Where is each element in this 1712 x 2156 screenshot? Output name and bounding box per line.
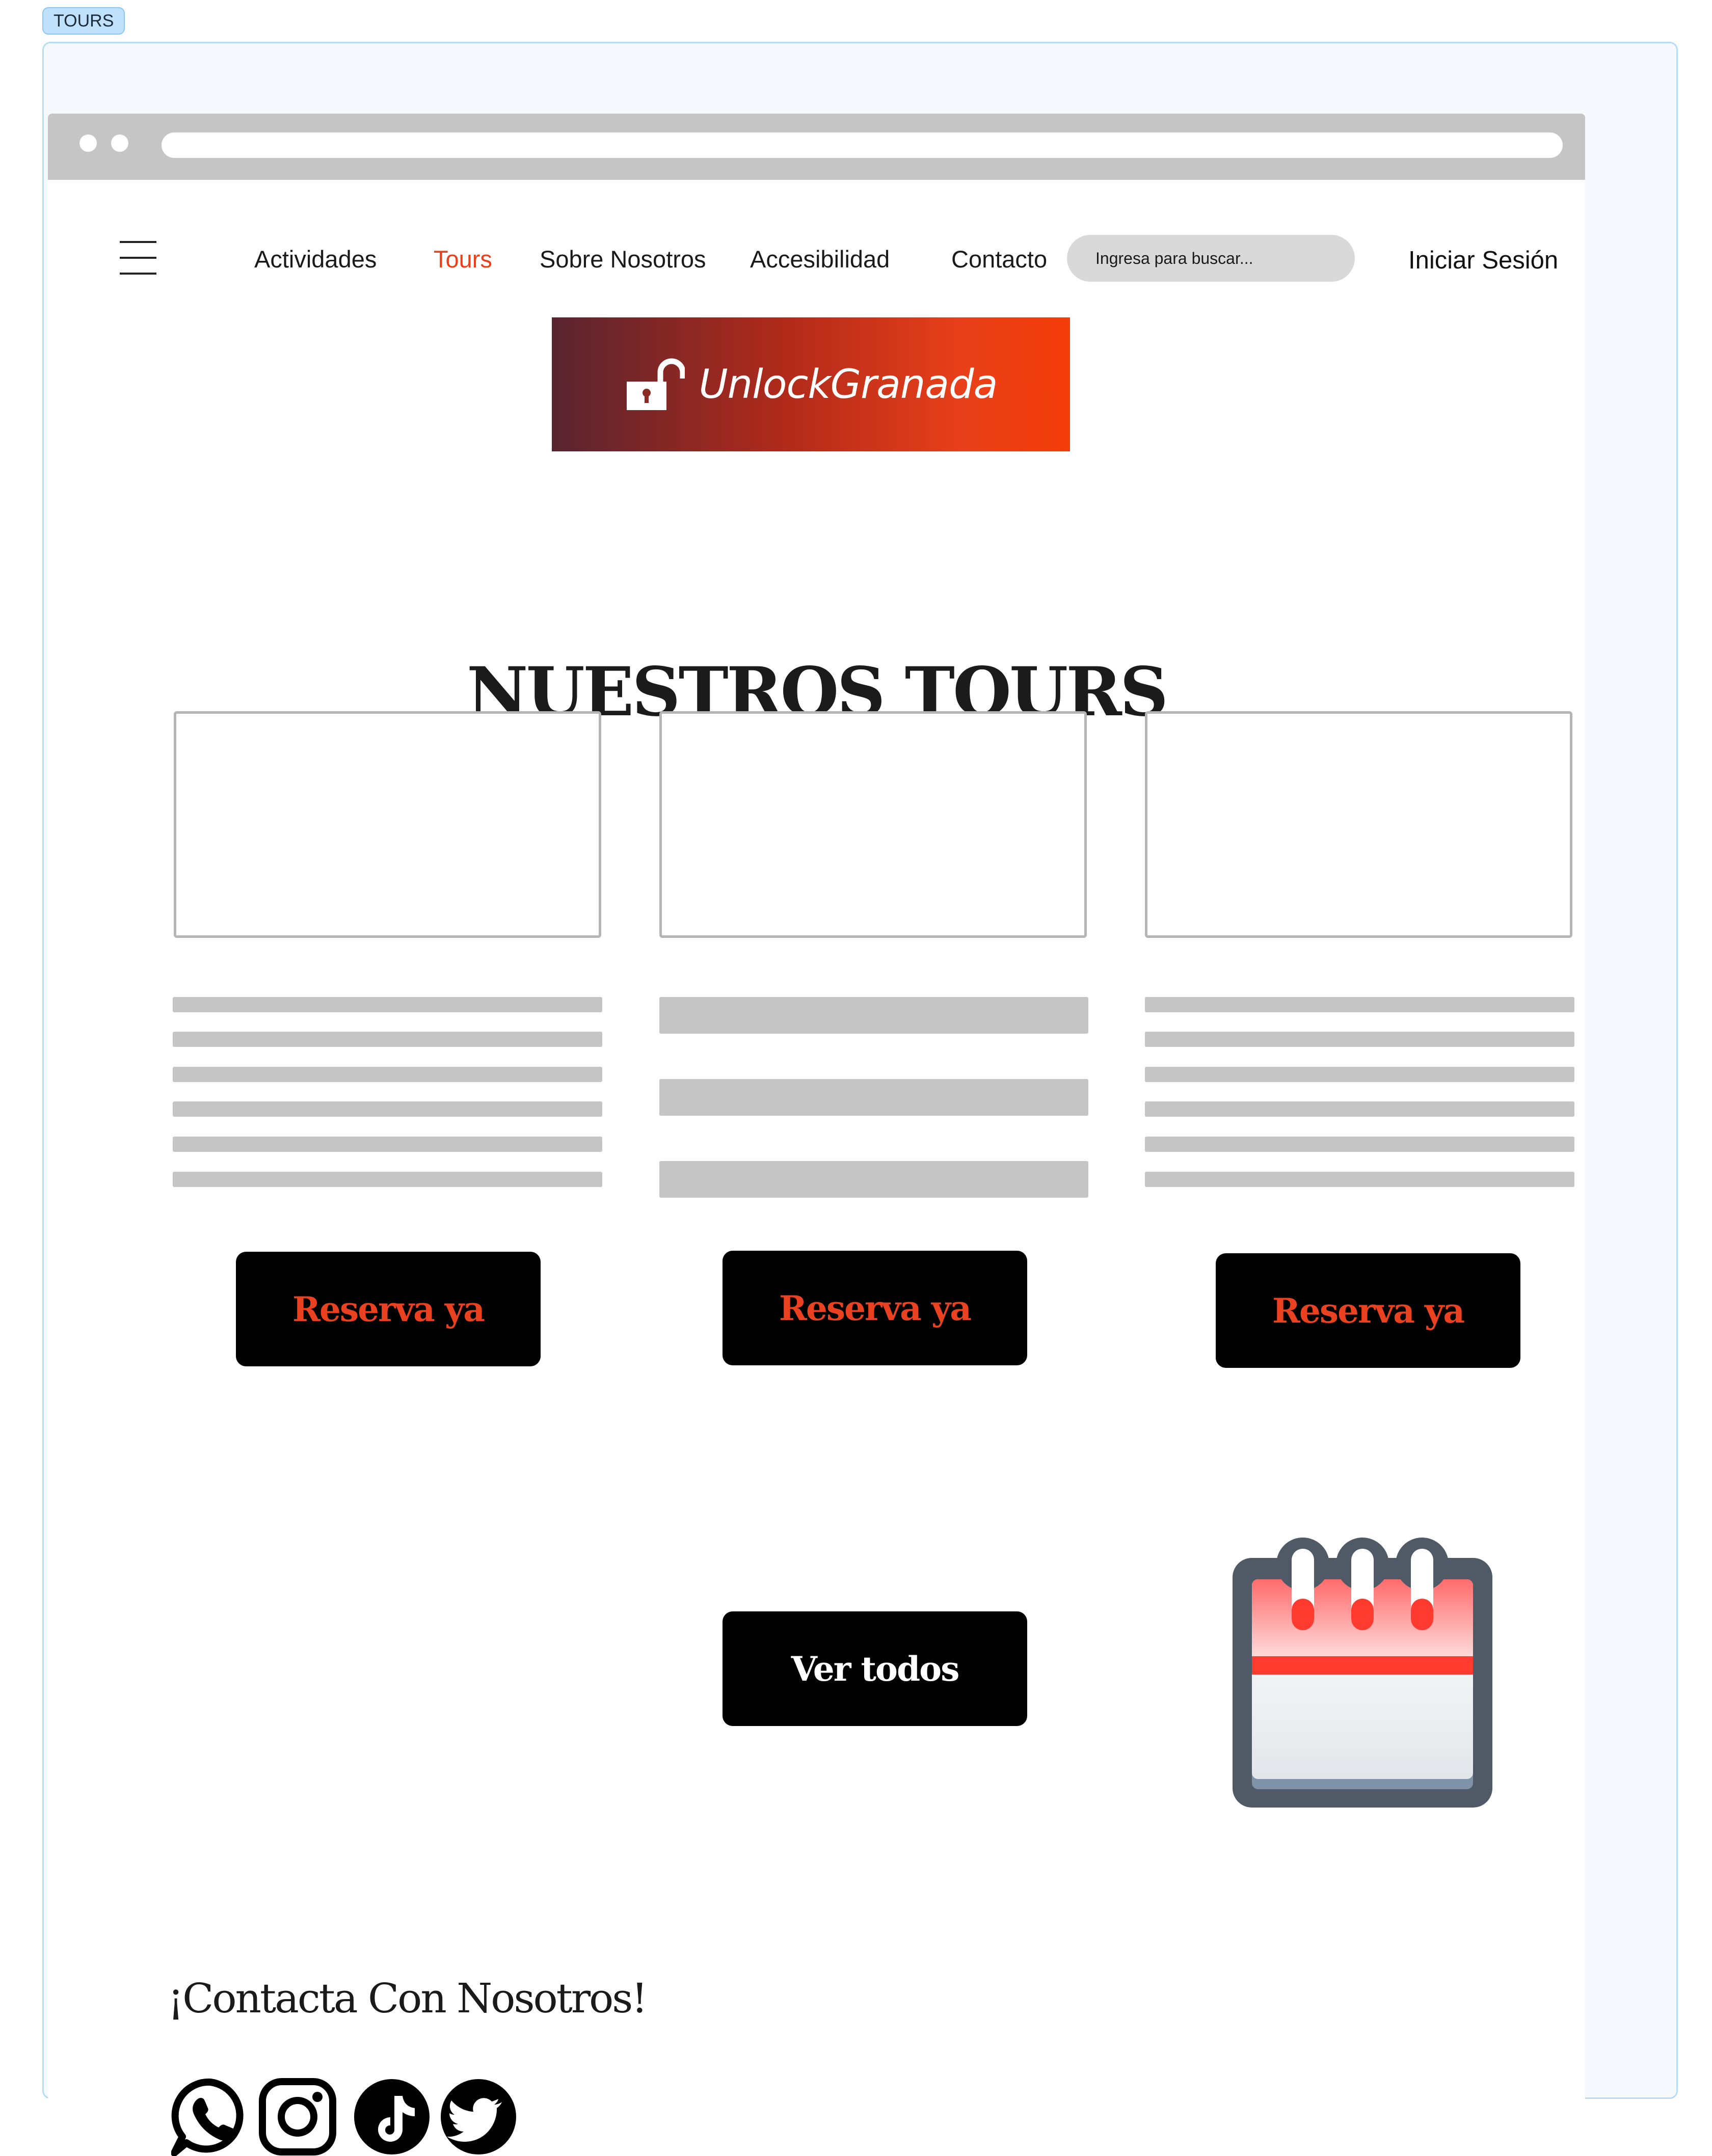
nav-item-contacto[interactable]: Contacto [951, 245, 1047, 273]
login-link[interactable]: Iniciar Sesión [1408, 246, 1558, 275]
reserve-button[interactable]: Reserva ya [723, 1251, 1027, 1365]
calendar-icon[interactable] [1233, 1538, 1492, 1808]
tour-image-placeholder[interactable] [659, 711, 1087, 938]
contact-title: ¡Contacta Con Nosotros! [168, 1975, 648, 2022]
reserve-button[interactable]: Reserva ya [1216, 1253, 1520, 1368]
nav-item-actividades[interactable]: Actividades [254, 245, 377, 273]
open-padlock-icon [626, 358, 685, 410]
tour-image-placeholder[interactable] [174, 711, 601, 938]
tour-image-placeholder[interactable] [1145, 711, 1572, 938]
address-bar[interactable] [162, 132, 1563, 158]
twitter-icon[interactable] [439, 2078, 518, 2156]
logo-text: UnlockGranada [699, 361, 998, 408]
browser-toolbar [48, 114, 1585, 180]
instagram-icon[interactable] [258, 2078, 337, 2156]
frame-label: TOURS [42, 7, 125, 35]
reserve-button[interactable]: Reserva ya [236, 1252, 541, 1366]
window-control-dot[interactable] [111, 134, 128, 152]
search-input[interactable] [1067, 235, 1355, 282]
nav-item-sobre-nosotros[interactable]: Sobre Nosotros [540, 245, 706, 273]
window-control-dot[interactable] [79, 134, 97, 152]
logo-banner[interactable]: UnlockGranada [552, 317, 1070, 451]
hamburger-menu-icon[interactable] [120, 241, 156, 275]
nav-item-tours[interactable]: Tours [434, 245, 492, 273]
browser-window: Actividades Tours Sobre Nosotros Accesib… [48, 114, 1585, 2156]
whatsapp-icon[interactable] [171, 2078, 250, 2156]
view-all-button[interactable]: Ver todos [723, 1611, 1027, 1726]
nav-item-accesibilidad[interactable]: Accesibilidad [750, 245, 890, 273]
tiktok-icon[interactable] [353, 2078, 431, 2156]
